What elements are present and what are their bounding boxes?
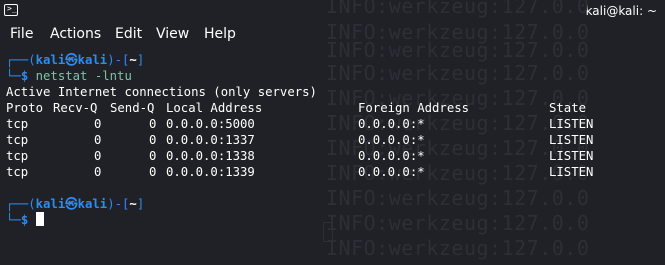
cell-foreign-address: 0.0.0.0:*: [358, 149, 425, 163]
menu-actions[interactable]: Actions: [50, 26, 101, 42]
cell-recvq: 0: [94, 149, 102, 163]
header-proto: Proto: [6, 101, 44, 115]
log-line: INFO:werkzeug:127.0.0: [326, 0, 590, 18]
cell-foreign-address: 0.0.0.0:*: [358, 133, 425, 147]
menu-help[interactable]: Help: [204, 26, 236, 42]
log-line: INFO:werkzeug:127.0.0: [326, 186, 590, 210]
prompt-line: ┌──(kali㉿kali)-[~]: [6, 197, 145, 211]
cell-foreign-address: 0.0.0.0:*: [358, 165, 425, 179]
cell-sendq: 0: [149, 149, 157, 163]
log-line: INFO:werkzeug:127.0.0: [326, 211, 590, 235]
input-line[interactable]: └─$: [6, 212, 44, 228]
command-line: └─$ netstat -lntu: [6, 69, 132, 83]
header-recvq: Recv-Q: [53, 101, 98, 115]
cell-recvq: 0: [94, 133, 102, 147]
cell-recvq: 0: [94, 165, 102, 179]
menu-view[interactable]: View: [156, 26, 189, 42]
header-local-address: Local Address: [166, 101, 263, 115]
cell-local-address: 0.0.0.0:5000: [166, 117, 255, 131]
command-text: netstat -lntu: [35, 69, 132, 83]
header-state: State: [549, 101, 587, 115]
log-line: INFO:werkzeug:127.0.0: [326, 61, 590, 85]
text-cursor: [35, 212, 44, 226]
header-foreign-address: Foreign Address: [358, 101, 470, 115]
cell-local-address: 0.0.0.0:1337: [166, 133, 255, 147]
cell-state: LISTEN: [549, 133, 594, 147]
cell-sendq: 0: [149, 165, 157, 179]
terminal-area[interactable]: INFO:werkzeug:127.0.0 INFO:werkzeug:127.…: [0, 0, 665, 265]
cell-state: LISTEN: [549, 165, 594, 179]
cell-recvq: 0: [94, 117, 102, 131]
log-line: INFO:werkzeug:127.0.0: [326, 38, 590, 62]
window-title: kali@kali: ~: [585, 4, 657, 18]
cell-proto: tcp: [6, 149, 29, 163]
cell-sendq: 0: [149, 133, 157, 147]
menu-edit[interactable]: Edit: [115, 26, 142, 42]
header-sendq: Send-Q: [110, 101, 155, 115]
menu-file[interactable]: File: [10, 26, 33, 42]
background-cursor: [323, 222, 333, 242]
cell-proto: tcp: [6, 165, 29, 179]
prompt-line: ┌──(kali㉿kali)-[~]: [6, 53, 145, 67]
cell-state: LISTEN: [549, 117, 594, 131]
cell-proto: tcp: [6, 117, 29, 131]
cell-proto: tcp: [6, 133, 29, 147]
cell-local-address: 0.0.0.0:1339: [166, 165, 255, 179]
cell-foreign-address: 0.0.0.0:*: [358, 117, 425, 131]
terminal-icon[interactable]: >_: [4, 4, 18, 16]
cell-sendq: 0: [149, 117, 157, 131]
log-line: INFO:werkzeug:127.0.0: [326, 236, 590, 260]
cell-local-address: 0.0.0.0:1338: [166, 149, 255, 163]
cell-state: LISTEN: [549, 149, 594, 163]
output-heading: Active Internet connections (only server…: [6, 85, 317, 99]
